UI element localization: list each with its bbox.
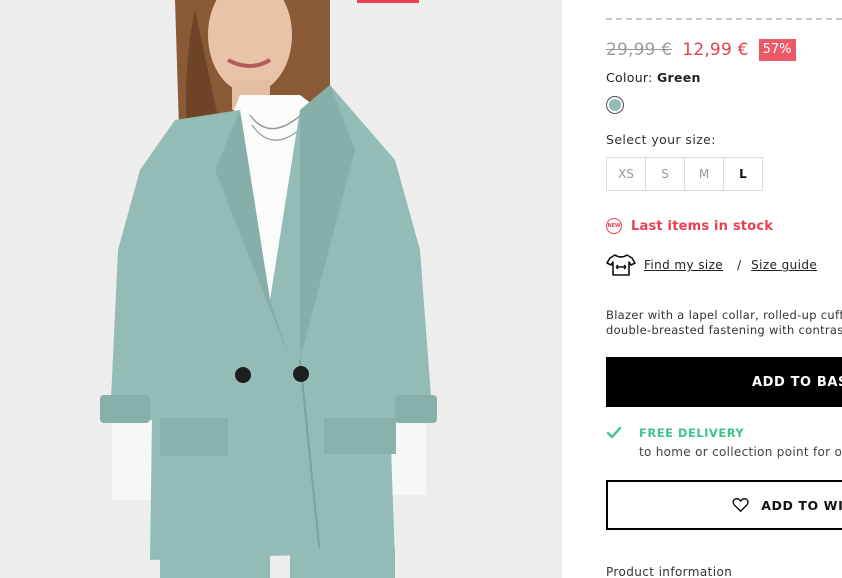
- heart-icon: [732, 497, 749, 512]
- check-icon: [606, 426, 622, 439]
- size-option-xs[interactable]: XS: [606, 157, 646, 191]
- description-line: Blazer with a lapel collar, rolled-up cu…: [606, 308, 842, 322]
- product-info-panel: 29,99 € 12,99 € 57% Colour: Green Select…: [562, 0, 842, 578]
- product-information-link[interactable]: Product information: [606, 565, 732, 578]
- size-selector: XS S M L: [606, 157, 763, 191]
- free-delivery-title: FREE DELIVERY: [639, 426, 745, 440]
- colour-swatch-green[interactable]: [606, 96, 624, 114]
- delivery-subtitle: to home or collection point for or: [639, 445, 842, 459]
- old-price: 29,99 €: [606, 40, 673, 60]
- size-guide-link[interactable]: Size guide: [751, 258, 817, 272]
- colour-value: Green: [656, 70, 701, 85]
- product-image[interactable]: [0, 0, 562, 578]
- wishlist-label: ADD TO WISH: [761, 497, 842, 513]
- product-description: Blazer with a lapel collar, rolled-up cu…: [606, 308, 842, 338]
- add-to-basket-button[interactable]: ADD TO BASI: [606, 357, 842, 407]
- colour-line: Colour: Green: [606, 70, 701, 85]
- active-image-indicator: [357, 0, 419, 3]
- product-photo-illustration: [0, 0, 562, 578]
- stock-alert: NEW Last items in stock: [606, 218, 773, 234]
- divider: [606, 18, 842, 20]
- size-label: Select your size:: [606, 132, 716, 147]
- separator: /: [737, 258, 742, 272]
- find-my-size-link[interactable]: Find my size: [644, 258, 723, 272]
- price-row: 29,99 € 12,99 € 57%: [606, 37, 796, 63]
- new-badge-icon: NEW: [606, 218, 622, 234]
- stock-text: Last items in stock: [631, 218, 774, 234]
- description-line: double-breasted fastening with contrast …: [606, 323, 842, 337]
- tshirt-measure-icon: [606, 254, 636, 276]
- size-help-row: Find my size / Size guide: [606, 253, 817, 277]
- sale-price: 12,99 €: [682, 40, 749, 60]
- add-to-wishlist-button[interactable]: ADD TO WISH: [606, 480, 842, 530]
- size-option-m[interactable]: M: [684, 157, 724, 191]
- colour-label: Colour:: [606, 70, 653, 85]
- size-option-l[interactable]: L: [723, 157, 763, 191]
- discount-badge: 57%: [758, 39, 796, 61]
- size-option-s[interactable]: S: [645, 157, 685, 191]
